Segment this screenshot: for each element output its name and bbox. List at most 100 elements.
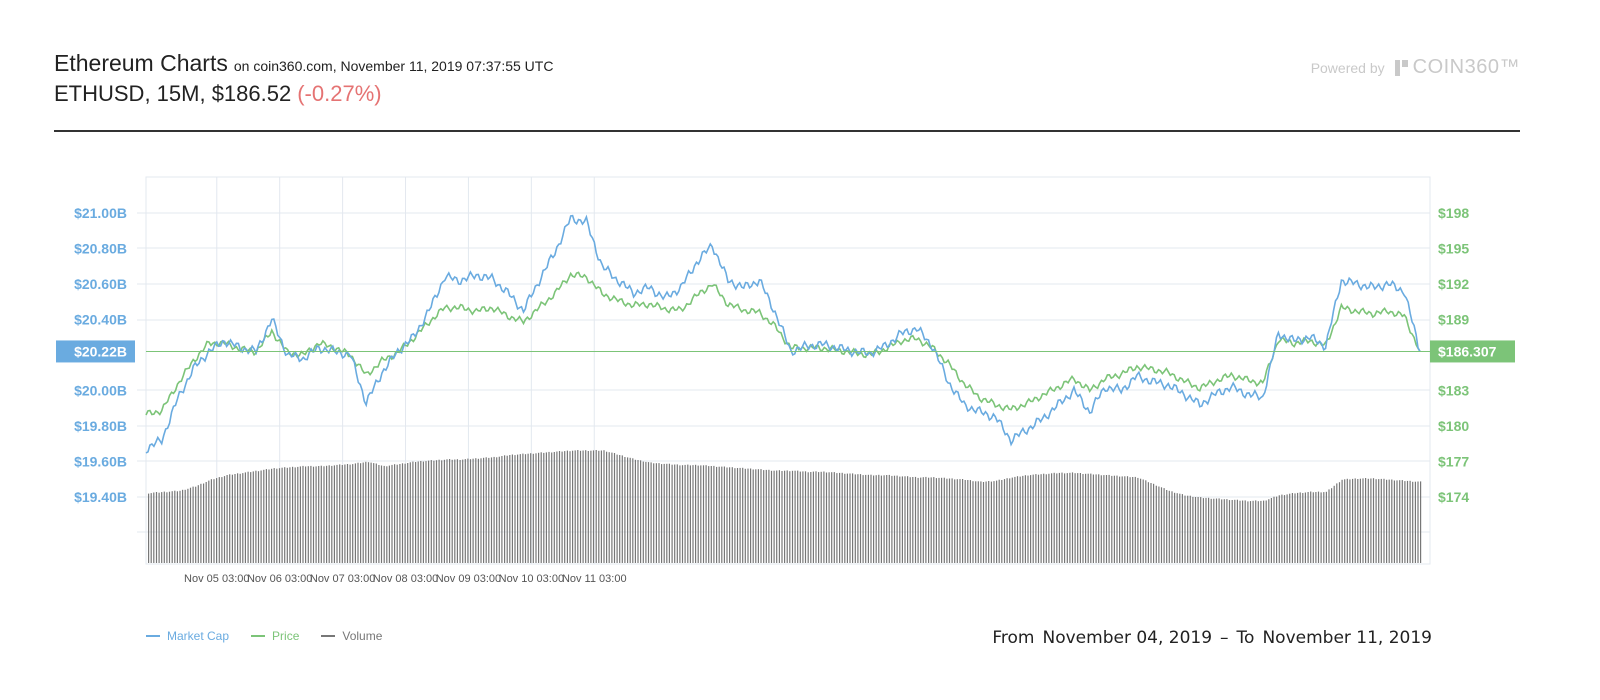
volume-bar [171,491,173,563]
volume-bar [1001,480,1003,563]
volume-bar [587,451,589,563]
volume-bar [302,465,304,563]
volume-bar [1231,500,1233,563]
volume-bar [993,481,995,563]
volume-bar [954,479,956,563]
legend-market-cap-swatch [146,635,160,637]
brand-logo[interactable]: COIN360™ [1394,56,1520,79]
volume-bar [294,467,296,563]
volume-bar [1412,481,1414,563]
volume-bar [1137,477,1139,563]
range-from-date: November 04, 2019 [1042,628,1213,648]
volume-bar [1134,476,1136,563]
volume-bar [778,470,780,563]
volume-bar [548,451,550,563]
volume-bar [647,462,650,563]
volume-bar [784,470,786,563]
volume-bar [1341,479,1343,563]
volume-bar [1024,475,1026,563]
volume-bar [1053,472,1055,563]
volume-bar [865,474,867,563]
legend-market-cap[interactable]: Market Cap [146,629,229,643]
price-chart[interactable]: $21.00B $20.80B $20.60B $20.40B $20.00B $19.8… [0,140,1600,600]
y-left-tick-label: $19.60B [74,454,127,470]
legend-volume[interactable]: Volume [321,629,382,643]
volume-bar [1210,498,1212,563]
volume-bar [572,450,574,563]
volume-bar [839,472,841,563]
volume-bar [1006,478,1008,563]
volume-bar [383,465,385,563]
volume-bar [1111,475,1113,563]
volume-bar [977,481,979,563]
volume-bar [1077,473,1079,563]
volume-bar [168,491,171,563]
volume-bar [278,468,281,563]
volume-bar [234,474,236,563]
volume-bar [1189,495,1191,563]
volume-bar [710,466,712,563]
volume-bar [307,466,309,563]
volume-bar [1346,478,1348,563]
volume-bar [1291,493,1293,563]
volume-bar [655,463,657,563]
volume-bar [804,471,807,563]
volume-bar [763,470,765,563]
volume-bar [585,450,587,563]
volume-bar [509,455,511,563]
volume-bar [1409,480,1411,563]
volume-bar [401,463,404,563]
volume-bar [1095,474,1097,563]
volume-bar [1048,473,1050,563]
volume-bar [1145,480,1147,563]
volume-bar [255,470,257,563]
volume-bar [1166,490,1168,563]
date-range: From November 04, 2019– To November 11, 201… [988,628,1436,648]
y-right-tick-label: $174 [1438,489,1469,505]
volume-bar [1401,480,1403,563]
volume-bar [681,465,684,563]
volume-bar [621,455,623,563]
volume-bar [318,466,320,563]
volume-bar [161,492,163,563]
volume-bar [200,483,202,563]
volume-bar [1202,498,1204,563]
volume-bar [938,477,940,563]
volume-bar [365,461,367,563]
volume-bar [781,471,783,563]
volume-bar [611,452,613,563]
volume-bar [1228,500,1231,563]
volume-bar [812,471,814,563]
volume-bar [799,471,801,563]
volume-bar [472,458,474,563]
volume-bar [674,464,676,563]
volume-bar [155,492,158,563]
volume-bar [271,468,273,563]
volume-bar [1035,474,1037,563]
powered-by[interactable]: Powered by COIN360™ [1311,56,1520,79]
volume-bar [752,469,754,563]
volume-bar [1242,500,1244,563]
volume-bar [1045,474,1047,563]
volume-bar [1297,492,1299,563]
volume-bar [1085,473,1087,563]
volume-bar [1108,474,1110,563]
volume-bar [577,450,579,563]
legend-volume-swatch [321,635,336,637]
legend-price[interactable]: Price [251,629,299,643]
volume-bar [163,491,165,563]
volume-bar [367,462,370,563]
volume-bar [1307,492,1309,563]
volume-bar [540,452,542,563]
volume-bar [896,475,898,563]
volume-bar [1370,478,1372,563]
volume-bar [697,465,699,563]
volume-bar [972,481,974,563]
page-title: Ethereum Charts [54,50,228,76]
volume-bar [446,459,448,563]
volume-bar [642,461,644,563]
volume-bar [538,452,540,563]
volume-bar [1249,501,1252,563]
volume-bar [742,467,744,563]
volume-bar [553,452,555,563]
